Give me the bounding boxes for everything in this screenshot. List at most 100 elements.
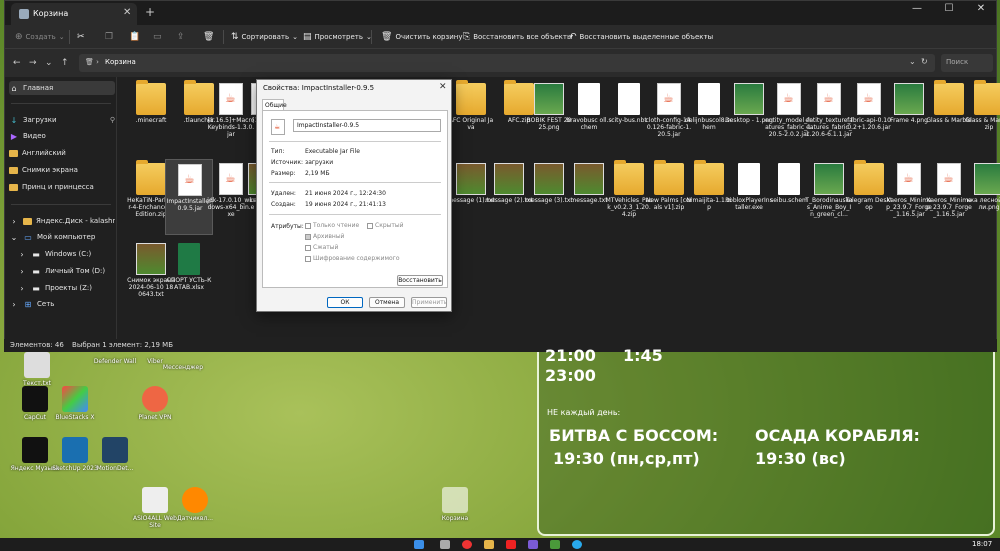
- filename-field[interactable]: ImpactInstaller-0.9.5: [293, 119, 441, 132]
- paste-button[interactable]: 📋: [129, 30, 140, 44]
- file-label: Glass & Marble.zip: [965, 117, 1000, 131]
- sidebar-item-home[interactable]: ⌂ Главная: [9, 81, 115, 95]
- file-item[interactable]: ImpactInstaller-0.9.5.jar: [165, 159, 213, 235]
- tab-title: Корзина: [33, 9, 69, 18]
- siege-time: 19:30 (вс): [755, 449, 846, 468]
- file-item[interactable]: Glass & Marble.zip: [965, 79, 1000, 155]
- chevron-down-icon[interactable]: ⌄: [45, 58, 53, 68]
- close-button[interactable]: ✕: [965, 1, 997, 19]
- up-arrow-icon[interactable]: ↑: [61, 58, 69, 68]
- file-item[interactable]: .minecraft: [127, 79, 175, 155]
- folder-icon: [974, 80, 1000, 115]
- file-icon: [698, 83, 720, 115]
- sidebar-item-prince[interactable]: Принц и принцесса: [9, 180, 115, 194]
- cut-button[interactable]: ✂: [77, 30, 85, 44]
- search-input[interactable]: Поиск: [941, 54, 993, 72]
- delete-button[interactable]: 🗑: [203, 30, 214, 44]
- start-icon[interactable]: [414, 540, 424, 549]
- sidebar-item-drive-c[interactable]: › ▬ Windows (C:): [17, 247, 123, 261]
- rename-button[interactable]: ▭: [153, 30, 162, 44]
- general-panel: ☕ ImpactInstaller-0.9.5 Тип: Executable …: [262, 110, 448, 288]
- restore-button[interactable]: Восстановить: [397, 275, 443, 286]
- create-button[interactable]: ⊕ Создать ⌄: [15, 30, 65, 44]
- forward-arrow-icon[interactable]: →: [29, 58, 37, 68]
- sidebar-item-english[interactable]: Английский: [9, 146, 115, 160]
- selection-info: Выбран 1 элемент: 2,19 МБ: [72, 341, 174, 349]
- sidebar-item-screenshots[interactable]: Снимки экрана: [9, 163, 115, 177]
- sidebar-item-downloads[interactable]: ↓ Загрузки ⚲: [9, 113, 115, 127]
- sidebar-item-video[interactable]: ▶ Видео: [9, 129, 115, 143]
- desktop-icon-bluestacks[interactable]: BlueStacks X: [50, 386, 100, 436]
- telegram-icon[interactable]: [572, 540, 582, 549]
- desktop-icon-sensor[interactable]: Датчиквл...: [170, 487, 220, 537]
- copy-button[interactable]: ❐: [105, 30, 113, 44]
- jar-file-icon: [777, 83, 801, 115]
- compressed-checkbox[interactable]: Сжатый: [305, 244, 338, 251]
- address-input[interactable]: 🗑 › Корзина ⌄ ↻: [79, 54, 935, 72]
- chevron-right-icon: ›: [12, 216, 16, 226]
- desktop-icon-recycle-bin[interactable]: Корзина: [430, 487, 480, 537]
- back-arrow-icon[interactable]: ←: [13, 58, 21, 68]
- hidden-checkbox[interactable]: Скрытый: [367, 222, 404, 229]
- sidebar-item-label: Главная: [23, 84, 54, 92]
- source-label: Источник:: [271, 159, 303, 166]
- sidebar-item-label: Загрузки: [23, 116, 57, 124]
- file-item[interactable]: кка лесной кали.png: [965, 159, 1000, 235]
- desktop-icon-label: MotionDet...: [96, 465, 134, 472]
- image-file-icon: [974, 163, 1000, 195]
- sidebar-item-label: Мой компьютер: [37, 233, 96, 241]
- type-value: Executable Jar File: [305, 148, 360, 155]
- dialog-title: Свойства: ImpactInstaller-0.9.5: [263, 84, 375, 92]
- file-icon: [136, 243, 166, 275]
- home-icon: ⌂: [11, 83, 17, 93]
- sidebar-item-drive-d[interactable]: › ▬ Личный Том (D:): [17, 264, 123, 278]
- close-icon[interactable]: ✕: [439, 82, 447, 92]
- tab-recycle-bin[interactable]: Корзина ✕: [11, 3, 137, 25]
- sort-icon: ⇅: [231, 32, 239, 42]
- close-tab-icon[interactable]: ✕: [123, 7, 131, 18]
- network-icon: ⊞: [24, 299, 32, 309]
- restore-selected-button[interactable]: ↶ Восстановить выделенные объекты: [569, 30, 713, 44]
- jar-file-icon: [178, 164, 202, 196]
- maximize-button[interactable]: ☐: [933, 1, 965, 19]
- search-icon[interactable]: [440, 540, 450, 549]
- desktop-icon-planet-vpn[interactable]: Planet VPN: [130, 386, 180, 436]
- scissors-icon: ✂: [77, 32, 85, 42]
- chevron-down-icon[interactable]: ⌄: [909, 57, 916, 66]
- empty-bin-button[interactable]: 🗑 Очистить корзину: [381, 30, 462, 44]
- minecraft-icon[interactable]: [550, 540, 560, 549]
- boss-time: 19:30 (пн,ср,пт): [553, 449, 700, 468]
- recycle-bin-icon: [442, 487, 468, 513]
- youtube-icon[interactable]: [506, 540, 516, 549]
- ok-button[interactable]: ОК: [327, 297, 363, 308]
- apply-button[interactable]: Применить: [411, 297, 447, 308]
- view-button[interactable]: ▤ Просмотреть ⌄: [303, 30, 372, 44]
- readonly-checkbox[interactable]: Только чтение: [305, 222, 359, 229]
- image-file-icon: [894, 83, 924, 115]
- more-button[interactable]: ⋯: [705, 30, 712, 44]
- file-item[interactable]: AFC Original Java: [447, 79, 495, 155]
- restore-selected-label: Восстановить выделенные объекты: [579, 33, 714, 41]
- refresh-icon[interactable]: ↻: [921, 57, 928, 66]
- share-button[interactable]: ⇪: [177, 30, 185, 44]
- yandex-browser-icon[interactable]: [462, 540, 472, 549]
- minimize-button[interactable]: —: [901, 1, 933, 19]
- sidebar-item-network[interactable]: › ⊞ Сеть: [9, 297, 115, 311]
- new-tab-button[interactable]: +: [145, 5, 155, 19]
- viber-icon[interactable]: [528, 540, 538, 549]
- restore-all-button[interactable]: ⎘ Восстановить все объекты: [463, 30, 573, 44]
- desktop-icon-motiondet[interactable]: MotionDet...: [90, 437, 140, 487]
- explorer-icon[interactable]: [484, 540, 494, 549]
- encrypted-checkbox[interactable]: Шифрование содержимого: [305, 255, 400, 262]
- capcut-icon: [22, 386, 48, 412]
- deleted-value: 21 июня 2024 г., 12:24:30: [305, 190, 386, 197]
- sidebar-item-drive-z[interactable]: › ▬ Проекты (Z:): [17, 281, 123, 295]
- sort-button[interactable]: ⇅ Сортировать ⌄: [231, 30, 298, 44]
- deleted-label: Удален:: [271, 190, 296, 197]
- sidebar-item-yandex-disk[interactable]: › Яндекс.Диск - kalashnikova-: [9, 214, 115, 228]
- file-item[interactable]: СПОРТ УСТЬ-КАТАВ.xlsx: [165, 239, 213, 315]
- jar-file-icon: [817, 83, 841, 115]
- archive-checkbox[interactable]: Архивный: [305, 233, 344, 240]
- cancel-button[interactable]: Отмена: [369, 297, 405, 308]
- sidebar-item-my-computer[interactable]: ⌄ ▭ Мой компьютер: [9, 230, 115, 244]
